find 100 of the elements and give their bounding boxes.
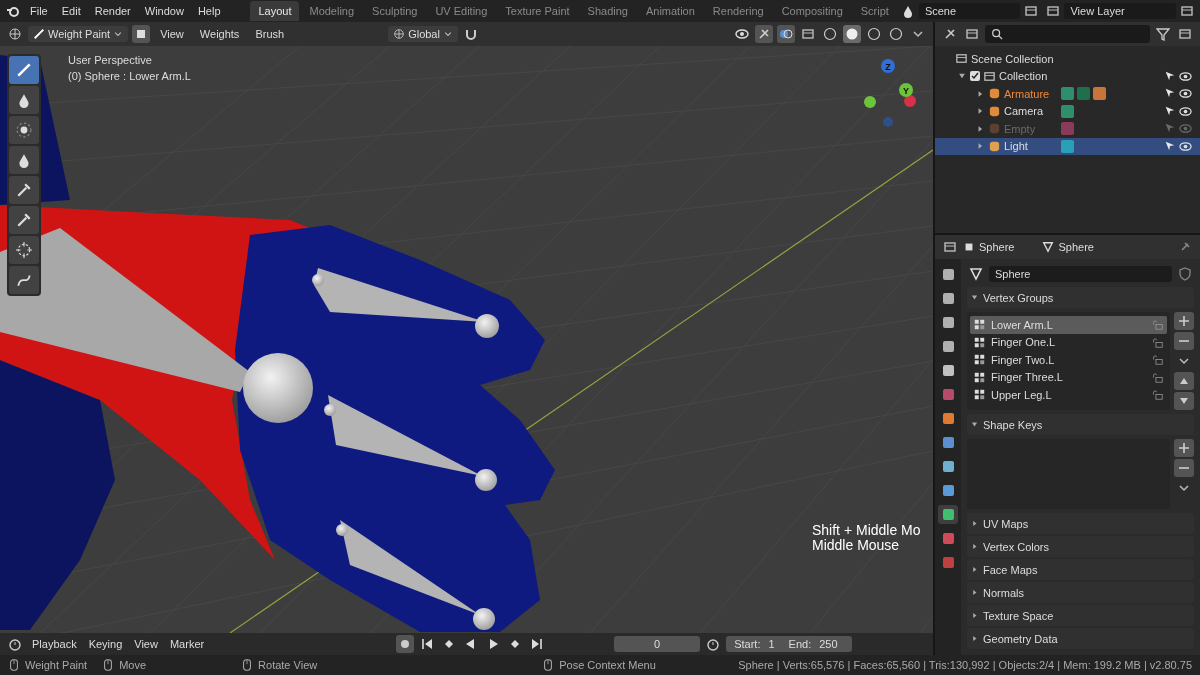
- menu-item[interactable]: Marker: [165, 636, 209, 652]
- panel-header[interactable]: Vertex Groups: [967, 287, 1194, 308]
- mask-button[interactable]: [132, 25, 151, 43]
- workspace-tab[interactable]: Rendering: [704, 1, 772, 21]
- data-icon[interactable]: [1061, 104, 1074, 118]
- menu-item[interactable]: Help: [191, 2, 227, 20]
- vertex-group-item[interactable]: Lower Arm.L: [970, 316, 1167, 334]
- start-frame-field[interactable]: 1: [764, 636, 785, 652]
- workspace-tab[interactable]: UV Editing: [427, 1, 496, 21]
- outliner-row[interactable]: Light: [935, 137, 1200, 155]
- mesh-icon[interactable]: [969, 267, 983, 281]
- sphere-icon: [845, 27, 859, 41]
- checkbox[interactable]: [970, 71, 980, 82]
- end-frame-field[interactable]: 250: [815, 636, 848, 652]
- move-down-button[interactable]: [1174, 392, 1194, 410]
- blender-logo-icon[interactable]: [6, 4, 20, 18]
- panel-header[interactable]: Vertex Colors: [967, 536, 1194, 557]
- view-layer-field[interactable]: View Layer: [1064, 3, 1176, 19]
- stopwatch-icon[interactable]: [706, 637, 721, 651]
- panel-header[interactable]: UV Maps: [967, 513, 1194, 534]
- tool-button[interactable]: [9, 86, 39, 114]
- panel-header[interactable]: Geometry Data: [967, 628, 1194, 649]
- menu-item[interactable]: Render: [88, 2, 137, 20]
- workspace-tab[interactable]: Animation: [637, 1, 703, 21]
- panel-header[interactable]: Shape Keys: [967, 414, 1194, 435]
- mode-dropdown[interactable]: Weight Paint: [28, 26, 129, 42]
- menu-item[interactable]: File: [24, 2, 54, 20]
- panel-header[interactable]: Face Maps: [967, 559, 1194, 580]
- viewport-info-text: User Perspective: [68, 54, 153, 66]
- scene-field[interactable]: Scene: [918, 3, 1021, 19]
- remove-button[interactable]: [1174, 332, 1194, 350]
- menu-item[interactable]: Weights: [193, 25, 246, 43]
- navigation-gizmo[interactable]: Z Y: [850, 52, 930, 132]
- workspace-tab[interactable]: Shading: [579, 1, 636, 21]
- menu-item[interactable]: Keying: [84, 636, 127, 652]
- menu-item[interactable]: View: [130, 636, 162, 652]
- disclosure-arrow-icon: [970, 293, 979, 302]
- disclosure-arrow-icon: [970, 519, 979, 528]
- shading-button[interactable]: [865, 25, 883, 43]
- data-name-field[interactable]: Sphere: [989, 266, 1172, 282]
- menu-item[interactable]: Edit: [55, 2, 87, 20]
- tool-button[interactable]: [9, 56, 39, 84]
- remove-button[interactable]: [1174, 459, 1194, 477]
- lock-icon: [1152, 389, 1163, 401]
- shading-button[interactable]: [843, 25, 861, 43]
- timeline-editor-icon[interactable]: [8, 637, 22, 651]
- tool-button[interactable]: [9, 266, 39, 294]
- current-frame-field[interactable]: 0: [614, 636, 701, 652]
- vertex-group-item[interactable]: Finger Two.L: [970, 351, 1167, 369]
- properties-tab[interactable]: [938, 505, 958, 524]
- search-field[interactable]: [985, 25, 1150, 43]
- viewport-info-text: (0) Sphere : Lower Arm.L: [68, 70, 191, 82]
- outliner-item[interactable]: Scene Collection: [971, 52, 1054, 65]
- overlay-icon: [779, 27, 793, 41]
- overlay-button[interactable]: [777, 25, 795, 43]
- shading-button[interactable]: [821, 25, 839, 43]
- data-icon[interactable]: [1061, 87, 1074, 101]
- filter-icon[interactable]: [1156, 27, 1170, 41]
- menu-item[interactable]: Window: [138, 2, 190, 20]
- menu-item[interactable]: Playback: [28, 636, 81, 652]
- add-button[interactable]: [1174, 439, 1194, 457]
- vertex-group-item[interactable]: Finger One.L: [970, 333, 1167, 351]
- workspace-tab[interactable]: Sculpting: [364, 1, 426, 21]
- workspace-tab[interactable]: Script: [852, 1, 897, 21]
- jump-end-icon[interactable]: [530, 637, 545, 651]
- panel-header[interactable]: Texture Space: [967, 605, 1194, 626]
- editor-type-icon[interactable]: [8, 27, 22, 41]
- visibility-icon[interactable]: [735, 27, 749, 41]
- workspace-tab[interactable]: Layout: [250, 1, 300, 21]
- menu-item[interactable]: View: [154, 25, 190, 43]
- tool-button[interactable]: [9, 146, 39, 174]
- workspace-tab[interactable]: Modeling: [301, 1, 363, 21]
- orientation-dropdown[interactable]: Global: [388, 26, 458, 42]
- tool-button[interactable]: [9, 206, 39, 234]
- menu-item[interactable]: Brush: [249, 25, 291, 43]
- data-icon[interactable]: [1061, 139, 1074, 153]
- panel-header[interactable]: Normals: [967, 582, 1194, 603]
- outliner-row[interactable]: Camera: [935, 102, 1200, 120]
- breadcrumb: Sphere: [1058, 241, 1094, 253]
- data-icon[interactable]: [1077, 87, 1090, 101]
- move-up-button[interactable]: [1174, 372, 1194, 390]
- fake-user-icon[interactable]: [1178, 267, 1192, 281]
- workspace-tab[interactable]: Compositing: [773, 1, 851, 21]
- breadcrumb: Sphere: [979, 241, 1015, 253]
- tool-button[interactable]: [9, 176, 39, 204]
- jump-start-icon[interactable]: [420, 637, 435, 651]
- vertex-group-item[interactable]: Finger Three.L: [970, 368, 1167, 386]
- outliner-item[interactable]: Collection: [999, 70, 1048, 83]
- add-button[interactable]: [1174, 312, 1194, 330]
- shading-button[interactable]: [887, 25, 905, 43]
- vertex-group-item[interactable]: Upper Leg.L: [970, 386, 1167, 404]
- outliner-row[interactable]: Armature: [935, 85, 1200, 103]
- vertex-group-icon: [974, 371, 985, 383]
- disclosure-arrow-icon: [970, 611, 979, 620]
- record-button[interactable]: [396, 635, 415, 653]
- tool-button[interactable]: [9, 236, 39, 264]
- data-icon[interactable]: [1093, 87, 1106, 101]
- tool-button[interactable]: [9, 116, 39, 144]
- status-hint: Pose Context Menu: [559, 659, 656, 671]
- workspace-tab[interactable]: Texture Paint: [497, 1, 578, 21]
